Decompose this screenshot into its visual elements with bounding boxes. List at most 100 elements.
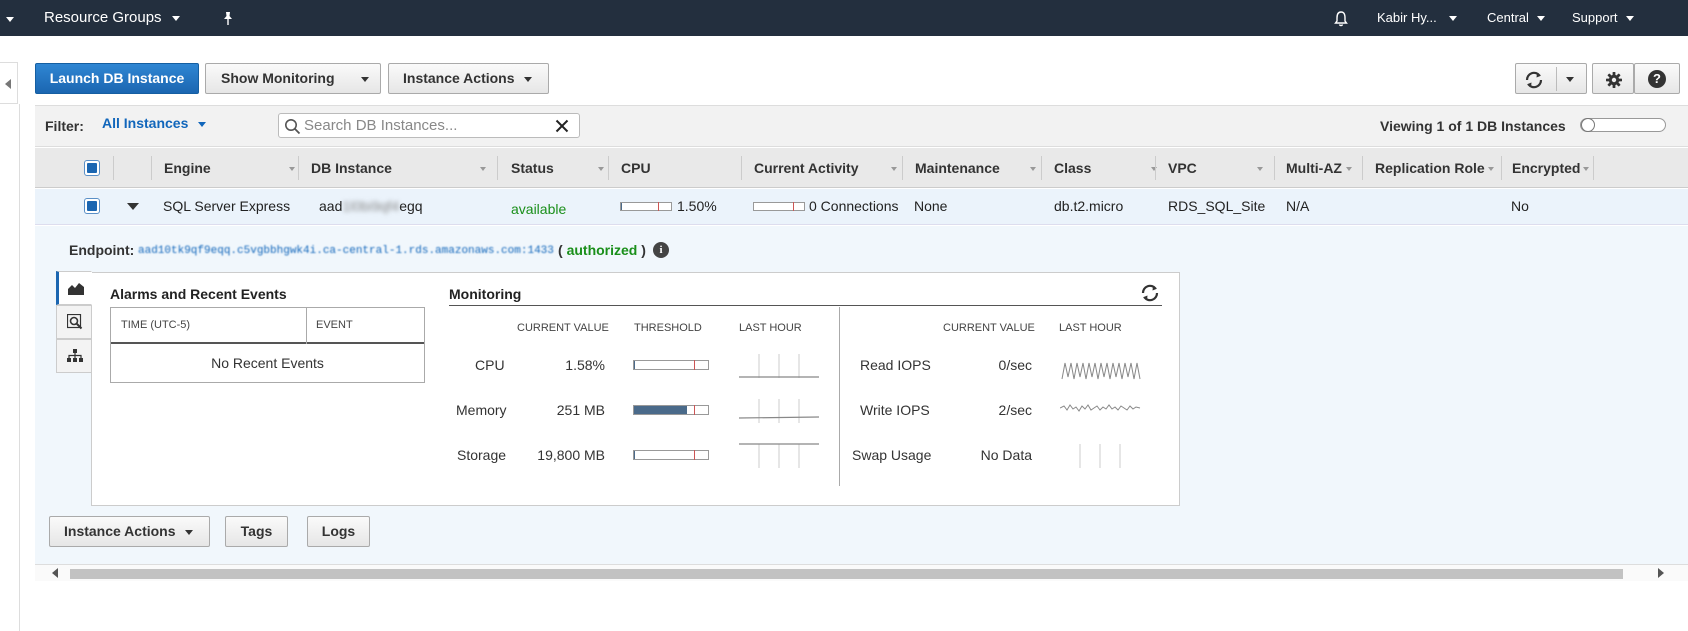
show-monitoring-button[interactable]: Show Monitoring bbox=[205, 63, 381, 94]
refresh-options-dropdown[interactable] bbox=[1566, 64, 1574, 93]
column-header-cpu[interactable]: CPU bbox=[621, 160, 651, 176]
cell-multi-az: N/A bbox=[1286, 198, 1310, 214]
threshold-fill bbox=[634, 451, 636, 459]
metric-label-storage: Storage bbox=[457, 447, 507, 463]
column-separator bbox=[1362, 156, 1363, 180]
slider-knob[interactable] bbox=[1581, 118, 1595, 132]
metric-label-swap-usage: Swap Usage bbox=[852, 447, 932, 463]
column-header-label: Engine bbox=[164, 160, 211, 176]
hierarchy-icon bbox=[67, 349, 83, 366]
chevron-down-icon bbox=[1448, 16, 1457, 22]
threshold-marker bbox=[793, 202, 794, 211]
logs-button[interactable]: Logs bbox=[307, 516, 370, 547]
metric-label-memory: Memory bbox=[456, 402, 507, 418]
chevron-down-icon bbox=[184, 529, 193, 535]
metric-value-memory: 251 MB bbox=[556, 402, 605, 418]
support-menu[interactable]: Support bbox=[1572, 0, 1634, 36]
filter-dropdown[interactable]: All Instances bbox=[102, 115, 207, 131]
paren: ) bbox=[641, 242, 646, 258]
tags-button[interactable]: Tags bbox=[225, 516, 288, 547]
column-separator bbox=[298, 156, 299, 180]
cell-engine: SQL Server Express bbox=[163, 198, 291, 214]
column-header-label: Maintenance bbox=[915, 160, 1000, 176]
pin-icon[interactable] bbox=[220, 0, 236, 36]
threshold-header: THRESHOLD bbox=[634, 322, 702, 334]
settings-button[interactable] bbox=[1592, 63, 1634, 94]
services-menu-toggle[interactable] bbox=[6, 0, 14, 36]
clear-search-icon[interactable] bbox=[555, 119, 569, 136]
row-collapse-icon[interactable] bbox=[127, 203, 139, 210]
sort-icon bbox=[1345, 167, 1352, 172]
sidebar-divider bbox=[19, 104, 20, 631]
view-density-slider[interactable] bbox=[1580, 118, 1666, 132]
monitoring-section-title: Monitoring bbox=[449, 286, 522, 302]
authorized-status[interactable]: ( authorized ) bbox=[558, 242, 646, 258]
scroll-right-arrow[interactable] bbox=[1658, 568, 1664, 578]
chevron-left-icon bbox=[5, 79, 11, 89]
threshold-marker bbox=[694, 360, 695, 370]
monitoring-refresh-icon[interactable] bbox=[1140, 284, 1160, 305]
metric-value-storage: 19,800 MB bbox=[537, 447, 605, 463]
launch-db-instance-button[interactable]: Launch DB Instance bbox=[35, 63, 199, 94]
column-header-status[interactable]: Status bbox=[511, 160, 604, 176]
help-icon: ? bbox=[1648, 70, 1666, 88]
select-all-checkbox[interactable] bbox=[84, 160, 100, 176]
bottom-instance-actions-button[interactable]: Instance Actions bbox=[49, 516, 210, 547]
cell-maintenance: None bbox=[914, 198, 948, 214]
cell-class: db.t2.micro bbox=[1054, 198, 1124, 214]
column-header-replication-role[interactable]: Replication Role bbox=[1375, 160, 1494, 176]
current-value-header-right: CURRENT VALUE bbox=[943, 322, 1035, 334]
tab-monitoring[interactable] bbox=[56, 271, 92, 305]
column-header-maintenance[interactable]: Maintenance bbox=[915, 160, 1036, 176]
column-header-vpc[interactable]: VPC bbox=[1168, 160, 1263, 176]
swap-usage-sparkline bbox=[1079, 444, 1121, 468]
tab-search-logs[interactable] bbox=[56, 305, 92, 339]
column-separator bbox=[497, 156, 498, 180]
instance-actions-button[interactable]: Instance Actions bbox=[388, 63, 549, 94]
column-header-engine[interactable]: Engine bbox=[164, 160, 295, 176]
column-separator bbox=[306, 308, 307, 344]
column-header-class[interactable]: Class bbox=[1054, 160, 1158, 176]
activity-mini-bar bbox=[753, 202, 805, 211]
column-separator bbox=[1274, 156, 1275, 180]
sort-icon bbox=[479, 167, 486, 172]
threshold-fill bbox=[634, 361, 636, 369]
column-header-multi-az[interactable]: Multi-AZ bbox=[1286, 160, 1352, 176]
refresh-icon[interactable] bbox=[1524, 70, 1544, 99]
tab-topology[interactable] bbox=[56, 339, 92, 373]
row-checkbox[interactable] bbox=[84, 198, 100, 214]
metric-label-cpu: CPU bbox=[475, 357, 505, 373]
column-header-encrypted[interactable]: Encrypted bbox=[1512, 160, 1590, 176]
scrollbar-thumb[interactable] bbox=[70, 569, 1623, 579]
column-separator bbox=[151, 156, 152, 180]
column-header-db-instance[interactable]: DB Instance bbox=[311, 160, 486, 176]
scroll-left-arrow[interactable] bbox=[52, 568, 58, 578]
threshold-bar-storage bbox=[633, 450, 709, 460]
divider bbox=[1556, 67, 1557, 91]
sort-icon bbox=[1583, 167, 1590, 172]
region-menu[interactable]: Central bbox=[1487, 0, 1545, 36]
search-input[interactable]: Search DB Instances... bbox=[278, 113, 580, 138]
monitoring-title-underline bbox=[449, 305, 1162, 306]
horizontal-scrollbar[interactable] bbox=[35, 564, 1688, 581]
chevron-down-icon bbox=[360, 76, 369, 82]
launch-db-instance-label: Launch DB Instance bbox=[49, 70, 185, 86]
help-button[interactable]: ? bbox=[1634, 63, 1680, 94]
info-icon[interactable]: i bbox=[653, 242, 669, 258]
cell-status: available bbox=[511, 201, 567, 217]
metric-value-swap-usage: No Data bbox=[980, 447, 1032, 463]
cell-db-instance[interactable]: aad1l0bi9qf4egq bbox=[319, 198, 423, 214]
bell-icon[interactable] bbox=[1332, 0, 1350, 36]
column-header-label: Encrypted bbox=[1512, 160, 1581, 176]
sidebar-toggle[interactable] bbox=[0, 62, 18, 104]
cell-vpc[interactable]: RDS_SQL_Site bbox=[1168, 198, 1265, 214]
endpoint-url[interactable]: aad10tk9qf9eqq.c5vgbbhgwk4i.ca-central-1… bbox=[138, 245, 554, 257]
user-menu[interactable]: Kabir Hy... bbox=[1377, 0, 1457, 36]
support-label: Support bbox=[1572, 10, 1618, 25]
tags-label: Tags bbox=[240, 523, 273, 539]
db-instance-suffix: egq bbox=[399, 198, 423, 214]
cpu-sparkline bbox=[739, 354, 819, 378]
sort-icon bbox=[288, 167, 295, 172]
resource-groups-menu[interactable]: Resource Groups bbox=[44, 0, 180, 36]
column-header-current-activity[interactable]: Current Activity bbox=[754, 160, 897, 176]
